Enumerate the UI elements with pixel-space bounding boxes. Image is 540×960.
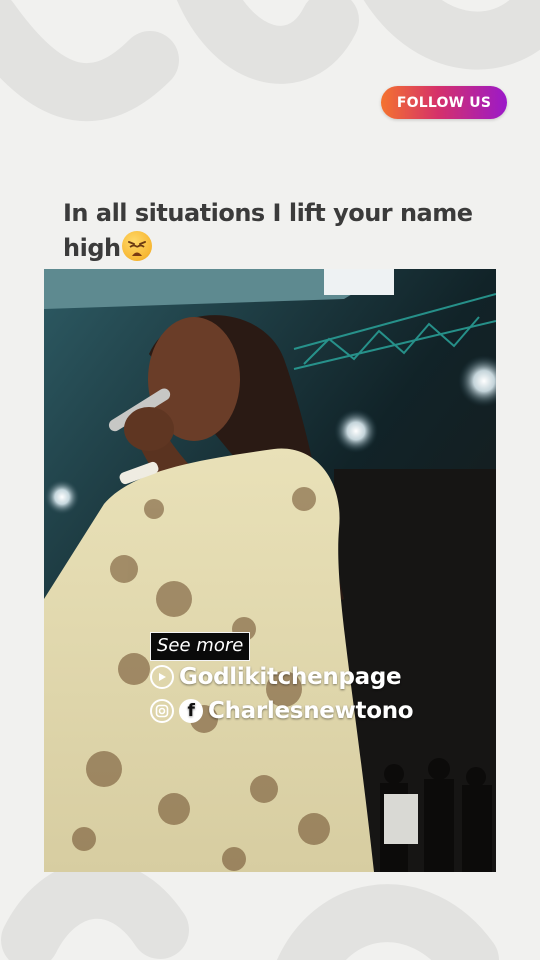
youtube-handle: Godlikitchenpage [179, 664, 402, 690]
facebook-handle: Charlesnewtono [208, 698, 414, 724]
weary-face-emoji-icon [121, 231, 152, 261]
post-caption: In all situations I lift your name high [63, 196, 503, 266]
instagram-icon [150, 699, 174, 723]
video-frame [44, 269, 496, 872]
youtube-icon [150, 665, 174, 689]
social-handle-row[interactable]: f Charlesnewtono [150, 698, 414, 724]
video-player[interactable]: See more Godlikitchenpage f Charlesnewto… [44, 269, 496, 872]
facebook-icon: f [179, 699, 203, 723]
see-more-button[interactable]: See more [150, 632, 251, 661]
youtube-handle-row[interactable]: Godlikitchenpage [150, 664, 402, 690]
follow-us-button[interactable]: FOLLOW US [381, 86, 507, 119]
